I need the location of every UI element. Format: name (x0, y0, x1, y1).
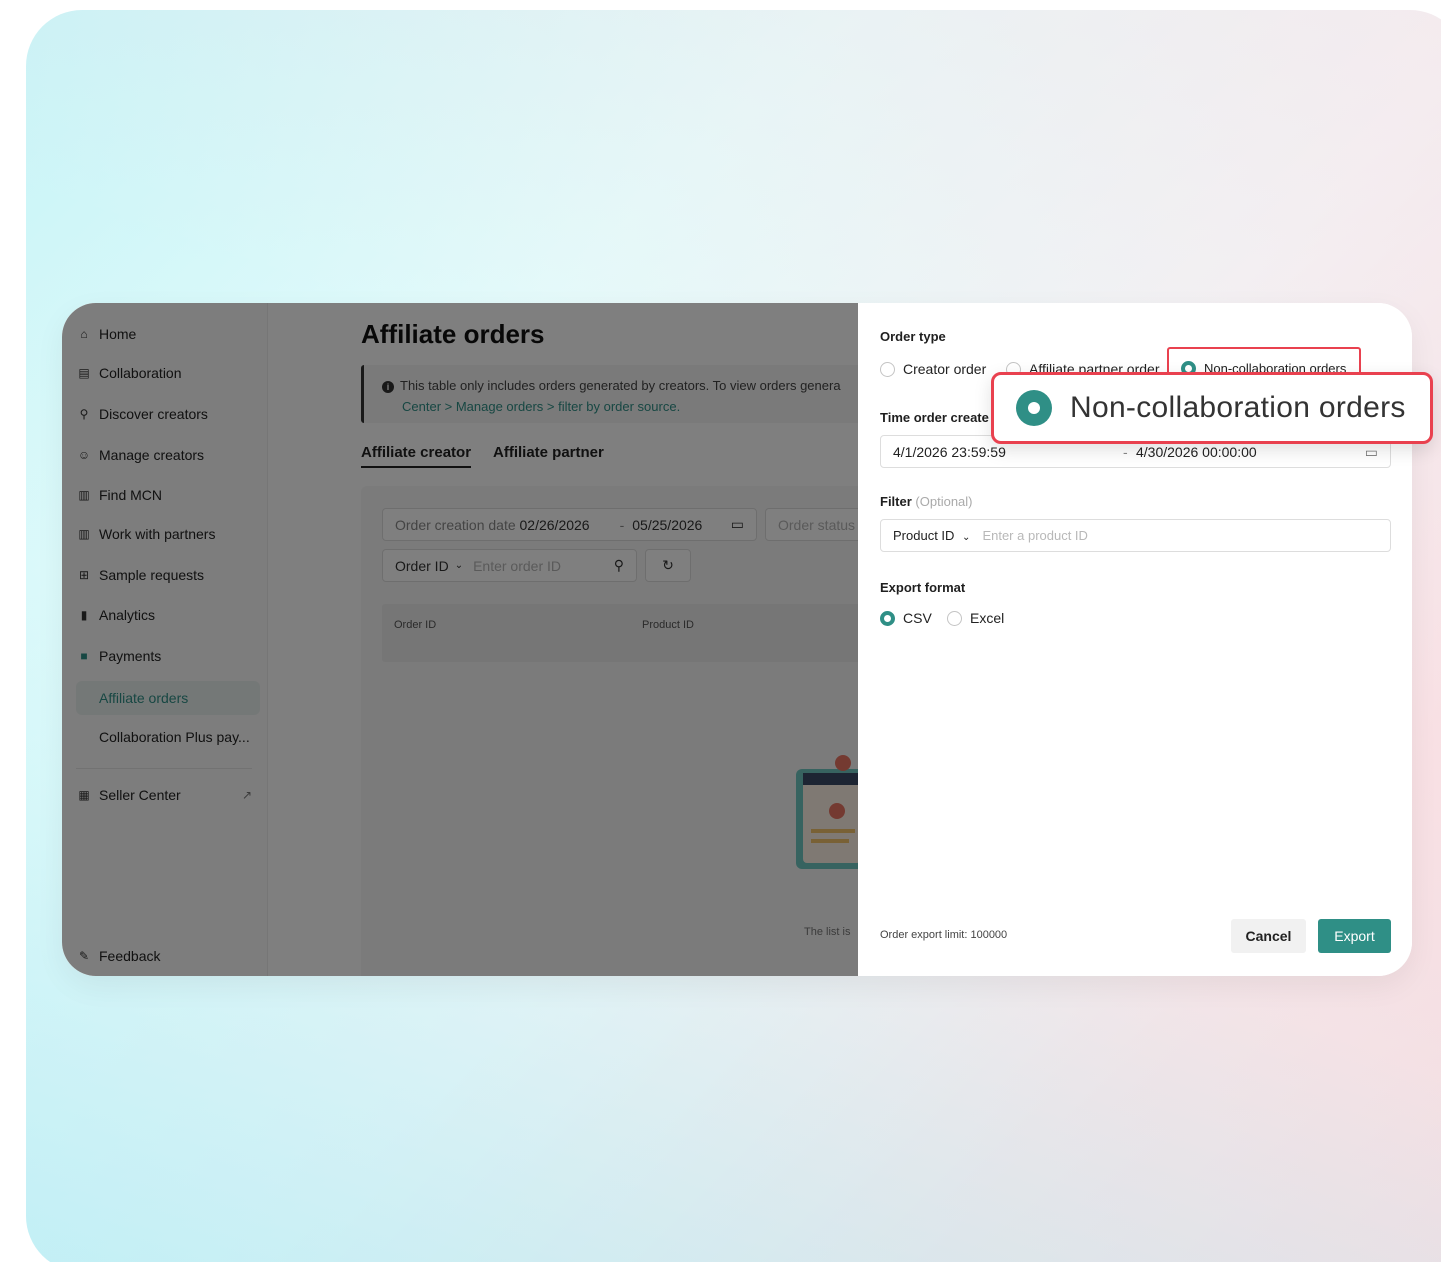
radio-selected-icon (1016, 390, 1052, 426)
chevron-down-icon: ⌄ (962, 532, 971, 543)
product-filter[interactable]: Product ID ⌄ Enter a product ID (880, 519, 1391, 552)
radio-button (880, 361, 895, 377)
product-id-input[interactable]: Enter a product ID (982, 528, 1088, 543)
radio-creator-order[interactable]: Creator order (880, 361, 986, 377)
callout-label: Non-collaboration orders (1070, 391, 1406, 424)
cancel-button[interactable]: Cancel (1231, 919, 1306, 953)
export-format-label: Export format (880, 580, 966, 595)
zoom-callout: Non-collaboration orders (991, 372, 1433, 444)
filter-type-select[interactable]: Product ID ⌄ (893, 528, 970, 543)
export-limit-note: Order export limit: 100000 (880, 929, 1008, 941)
radio-button-selected (880, 610, 895, 626)
modal-overlay[interactable] (62, 303, 858, 976)
radio-button (947, 610, 962, 626)
filter-label: Filter (Optional) (880, 494, 973, 509)
affiliate-app: ⌂ Home ▤ Collaboration ⚲ Discover creato… (62, 303, 885, 976)
radio-csv[interactable]: CSV (880, 610, 932, 626)
radio-excel[interactable]: Excel (947, 610, 1004, 626)
calendar-icon: ▭ (1364, 444, 1378, 460)
order-type-label: Order type (880, 329, 946, 344)
export-button[interactable]: Export (1318, 919, 1391, 953)
time-created-label: Time order create (880, 410, 989, 425)
